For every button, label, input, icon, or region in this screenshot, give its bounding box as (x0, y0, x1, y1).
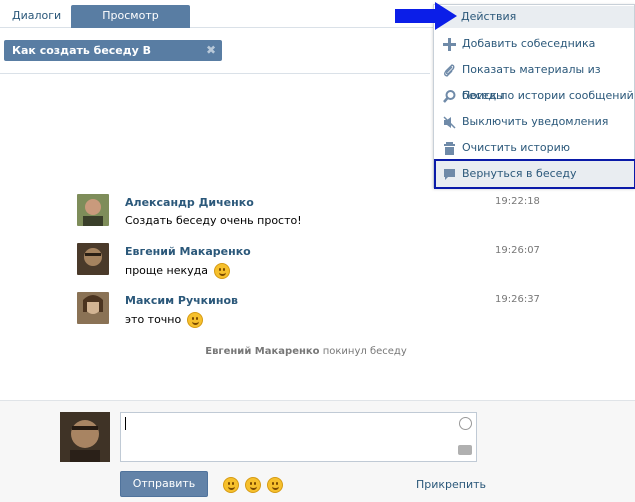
laugh-emoji-icon[interactable] (267, 477, 283, 493)
message-author[interactable]: Максим Ручкинов (125, 294, 238, 307)
message-time[interactable]: 19:26:37 (495, 294, 540, 305)
blush-emoji-icon[interactable] (245, 477, 261, 493)
menu-item-label: Вернуться в беседу (462, 167, 577, 180)
system-message: Евгений Макаренко покинул беседу (0, 346, 612, 357)
message-input[interactable] (120, 412, 477, 462)
menu-item-mute[interactable]: Выключить уведомления (436, 109, 634, 135)
tab-view-dialogs[interactable]: Просмотр диалогов (71, 5, 190, 44)
send-button[interactable]: Отправить (120, 471, 208, 497)
avatar[interactable] (77, 194, 109, 226)
chat-bubble-icon (444, 169, 455, 180)
message-author[interactable]: Евгений Макаренко (125, 245, 251, 258)
menu-item-add-participant[interactable]: Добавить собеседника (436, 31, 634, 57)
chat-title-chip[interactable]: Как создать беседу В Контакте ✖ (4, 40, 222, 78)
message-text: Создать беседу очень просто! (125, 214, 302, 227)
search-icon (443, 90, 456, 103)
actions-menu-header[interactable]: Действия (435, 6, 634, 28)
menu-item-search-history[interactable]: Поиск по истории сообщений (436, 83, 634, 109)
attach-link[interactable]: Прикрепить (416, 478, 486, 491)
plus-icon (443, 38, 456, 51)
message-text: проще некуда (125, 263, 230, 279)
system-message-author[interactable]: Евгений Макаренко (205, 346, 319, 357)
message-author[interactable]: Александр Диченко (125, 196, 254, 209)
message-time[interactable]: 19:26:07 (495, 245, 540, 256)
paperclip-icon (444, 64, 455, 77)
menu-item-return-to-chat[interactable]: Вернуться в беседу (434, 159, 635, 189)
avatar[interactable] (77, 243, 109, 275)
message-item: Евгений Макаренко проще некуда 19:26:07 (77, 243, 540, 283)
smile-emoji-icon[interactable] (223, 477, 239, 493)
camera-icon[interactable] (458, 445, 472, 455)
message-time[interactable]: 19:22:18 (495, 196, 540, 207)
message-text-content: проще некуда (125, 264, 208, 277)
menu-item-label: Добавить собеседника (462, 37, 596, 50)
avatar[interactable] (77, 292, 109, 324)
message-item: Максим Ручкинов это точно 19:26:37 (77, 292, 540, 332)
close-icon[interactable]: ✖ (206, 40, 216, 61)
message-item: Александр Диченко Создать беседу очень п… (77, 194, 540, 234)
message-text: это точно (125, 312, 203, 328)
avatar[interactable] (60, 412, 110, 462)
actions-menu: Действия Добавить собеседника Показать м… (433, 4, 635, 189)
menu-item-label: Выключить уведомления (462, 115, 609, 128)
message-text-content: это точно (125, 313, 182, 326)
system-message-text: покинул беседу (322, 346, 407, 357)
smile-icon[interactable] (459, 417, 472, 430)
wink-emoji-icon (186, 312, 203, 328)
menu-item-label: Поиск по истории сообщений (462, 89, 634, 102)
mute-icon (443, 116, 456, 129)
tab-dialogs[interactable]: Диалоги (2, 5, 71, 28)
text-caret (125, 417, 126, 430)
menu-item-show-materials[interactable]: Показать материалы из беседы (436, 57, 634, 102)
divider (0, 73, 430, 74)
menu-item-clear-history[interactable]: Очистить историю сообщений (436, 135, 634, 180)
smile-emoji-icon (213, 263, 230, 279)
arrow-annotation-icon (395, 2, 457, 30)
trash-icon (444, 142, 455, 155)
message-composer: Отправить Прикрепить (0, 400, 635, 502)
